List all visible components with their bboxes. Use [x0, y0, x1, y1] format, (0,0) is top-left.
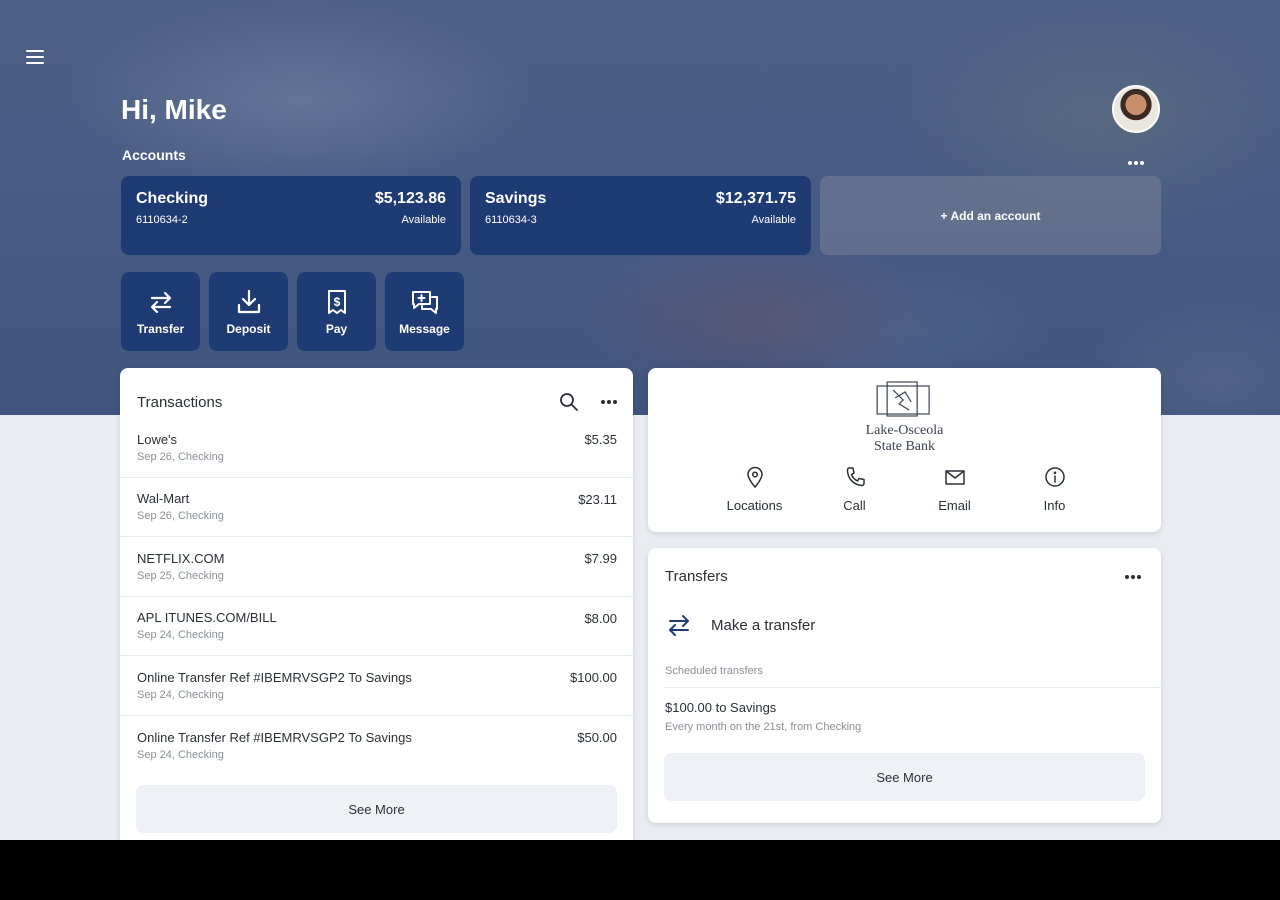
contact-label: Locations [726, 498, 783, 513]
bank-info-card: Lake-Osceola State Bank Locations Call E… [648, 368, 1161, 532]
transactions-more-icon[interactable] [601, 400, 617, 404]
transaction-detail: Sep 24, Checking [137, 629, 224, 642]
transaction-amount: $100.00 [570, 670, 617, 685]
transaction-amount: $50.00 [577, 729, 617, 745]
transaction-detail: Sep 26, Checking [137, 450, 224, 463]
transfers-title: Transfers [665, 568, 728, 585]
deposit-button[interactable]: Deposit [209, 272, 288, 351]
bank-name-line1: Lake-Osceola [865, 423, 944, 438]
quick-action-label: Message [399, 321, 450, 336]
svg-text:$: $ [333, 295, 340, 309]
quick-action-label: Deposit [226, 321, 271, 336]
transaction-row[interactable]: Lowe's Sep 26, Checking $5.35 [120, 418, 633, 478]
quick-action-label: Pay [325, 321, 348, 336]
accounts-label: Accounts [122, 147, 186, 163]
quick-action-label: Transfer [136, 321, 185, 336]
avatar[interactable] [1112, 85, 1160, 133]
transactions-card: Transactions Lowe's Sep 26, Checking $5.3… [120, 368, 633, 840]
transaction-name: Online Transfer Ref #IBEMRVSGP2 To Savin… [137, 729, 412, 745]
transfer-icon [150, 291, 171, 313]
transaction-name: APL ITUNES.COM/BILL [137, 610, 277, 626]
transaction-row[interactable]: Online Transfer Ref #IBEMRVSGP2 To Savin… [120, 716, 633, 776]
transactions-see-more-button[interactable]: See More [136, 785, 617, 833]
transaction-name: Wal-Mart [137, 491, 190, 507]
contact-label: Info [1043, 498, 1066, 513]
transaction-amount: $5.35 [584, 432, 617, 447]
make-transfer-label: Make a transfer [711, 616, 816, 634]
email-button[interactable]: Email [905, 466, 1005, 513]
transactions-list: Lowe's Sep 26, Checking $5.35 Wal-Mart Sep… [120, 418, 633, 775]
bank-name-line2: State Bank [873, 439, 936, 454]
scheduled-transfers-label: Scheduled transfers [665, 665, 763, 677]
deposit-icon [237, 289, 260, 313]
transaction-row[interactable]: Wal-Mart Sep 26, Checking $23.11 [120, 478, 633, 537]
transaction-row[interactable]: NETFLIX.COM Sep 25, Checking $7.99 [120, 537, 633, 597]
contact-label: Call [843, 498, 866, 513]
account-balance: $5,123.86 [374, 190, 446, 207]
account-number: 6110634-2 [136, 214, 188, 226]
add-account-button[interactable]: + Add an account [820, 176, 1161, 255]
transaction-amount: $23.11 [578, 491, 617, 507]
transfer-button[interactable]: Transfer [121, 272, 200, 351]
bank-logo-icon [876, 381, 931, 417]
balance-label: Available [401, 214, 446, 226]
transaction-row[interactable]: APL ITUNES.COM/BILL Sep 24, Checking $8.0… [120, 597, 633, 656]
scheduled-transfer-detail: Every month on the 21st, from Checking [665, 721, 862, 733]
transfers-more-icon[interactable] [1125, 574, 1141, 579]
balance-label: Available [751, 214, 796, 226]
scheduled-transfer-item[interactable]: $100.00 to Savings Every month on the 21… [648, 688, 1161, 733]
contact-label: Email [938, 498, 971, 513]
info-button[interactable]: Info [1005, 466, 1105, 513]
bank-logo: Lake-Osceola State Bank [865, 380, 944, 455]
account-card-checking[interactable]: Checking $5,123.86 6110634-2 Available [121, 176, 461, 255]
email-icon [944, 470, 965, 485]
search-icon[interactable] [559, 392, 579, 412]
transaction-detail: Sep 24, Checking [137, 688, 224, 701]
transaction-name: Online Transfer Ref #IBEMRVSGP2 To Savin… [137, 669, 412, 685]
transactions-title: Transactions [137, 393, 223, 411]
app-window: Hi, Mike Accounts Checking $5,123.86 611… [0, 0, 1280, 840]
info-icon [1044, 467, 1065, 487]
account-name: Checking [136, 190, 209, 207]
accounts-more-icon[interactable] [1128, 152, 1144, 170]
transaction-amount: $8.00 [584, 610, 617, 626]
transaction-name: Lowe's [137, 431, 178, 447]
transaction-detail: Sep 26, Checking [137, 510, 224, 523]
pay-button[interactable]: $ Pay [297, 272, 376, 351]
phone-icon [846, 467, 865, 487]
message-button[interactable]: Message [385, 272, 464, 351]
account-number: 6110634-3 [485, 214, 537, 226]
transaction-name: NETFLIX.COM [137, 550, 225, 566]
transaction-detail: Sep 25, Checking [137, 569, 224, 582]
message-icon [411, 290, 438, 314]
account-card-savings[interactable]: Savings $12,371.75 6110634-3 Available [470, 176, 811, 255]
call-button[interactable]: Call [805, 466, 905, 513]
pay-icon: $ [327, 289, 346, 314]
transfer-icon [669, 615, 689, 636]
greeting-title: Hi, Mike [121, 94, 227, 125]
transaction-amount: $7.99 [584, 551, 617, 566]
hamburger-menu-icon[interactable] [26, 46, 48, 68]
transfers-card: Transfers Make a transfer Scheduled tran… [648, 548, 1161, 823]
account-name: Savings [485, 190, 547, 207]
location-pin-icon [746, 466, 763, 488]
locations-button[interactable]: Locations [705, 466, 805, 513]
scheduled-transfer-title: $100.00 to Savings [665, 700, 777, 715]
make-transfer-button[interactable]: Make a transfer [648, 611, 1161, 639]
transaction-detail: Sep 24, Checking [137, 748, 224, 761]
account-balance: $12,371.75 [715, 190, 796, 207]
transaction-row[interactable]: Online Transfer Ref #IBEMRVSGP2 To Savin… [120, 656, 633, 716]
transfers-see-more-button[interactable]: See More [664, 753, 1145, 801]
